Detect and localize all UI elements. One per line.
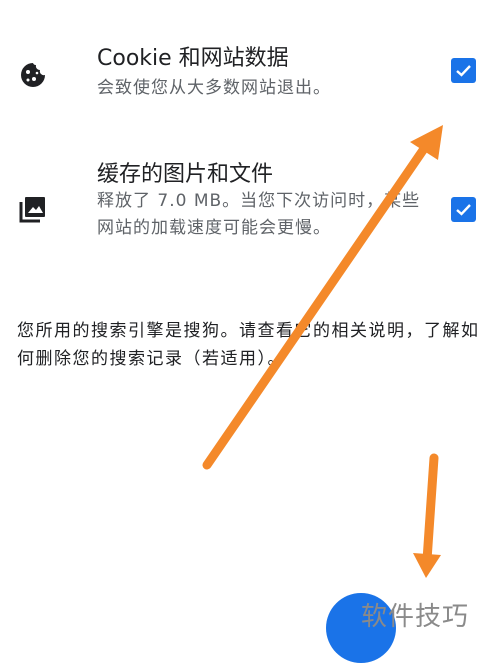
cookies-description: 会致使您从大多数网站退出。 [97,78,331,98]
cookies-title: Cookie 和网站数据 [97,46,289,71]
checkmark-icon [456,65,471,77]
checkmark-icon [456,204,471,216]
setting-row-cookies[interactable]: Cookie 和网站数据 会致使您从大多数网站退出。 [0,30,500,120]
cookie-icon [18,60,48,90]
watermark-text: 软件技巧 [361,602,470,632]
cache-checkbox[interactable] [451,197,476,222]
cache-description: 释放了 7.0 MB。当您下次访问时，某些网站的加载速度可能会更慢。 [97,191,421,238]
search-engine-note: 您所用的搜索引擎是搜狗。请查看它的相关说明，了解如何删除您的搜索记录（若适用）。 [17,321,480,369]
image-icon [18,194,48,224]
setting-row-cache[interactable]: 缓存的图片和文件 释放了 7.0 MB。当您下次访问时，某些网站的加载速度可能会… [0,148,500,278]
cache-title: 缓存的图片和文件 [97,162,274,187]
cookies-checkbox[interactable] [451,58,476,83]
annotation-arrow-down [413,453,441,578]
